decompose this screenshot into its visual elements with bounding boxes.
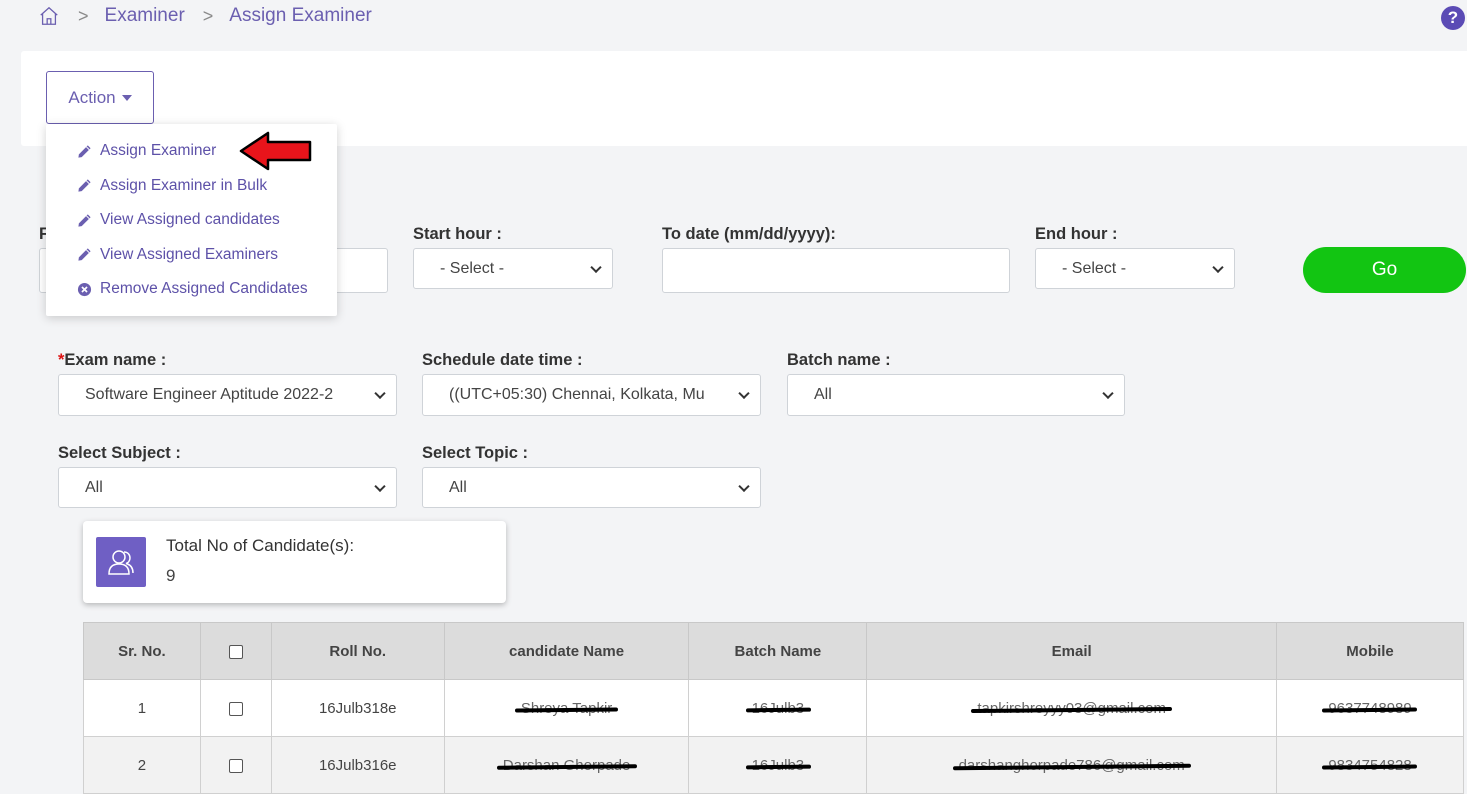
redacted-batch: 16Julb3 [751,756,805,774]
chevron-right-icon: > [78,5,89,26]
start-hour-select[interactable]: - Select - [413,248,613,289]
cell-candidate-name: Shreya Tapkir [443,679,690,737]
total-candidates-value: 9 [166,566,176,585]
batch-name-select[interactable]: All [787,374,1125,416]
menu-item-label: Assign Examiner [100,142,217,160]
total-candidates-card: Total No of Candidate(s): 9 [83,521,506,603]
cell-candidate-name: Darshan Ghorpade [443,736,690,794]
topic-value: All [449,478,467,496]
cell-mobile: 9834754828 [1276,736,1464,794]
menu-item-assign-examiner-bulk[interactable]: Assign Examiner in Bulk [46,169,337,204]
breadcrumb-examiner[interactable]: Examiner [105,5,185,27]
menu-item-view-assigned-examiners[interactable]: View Assigned Examiners [46,238,337,273]
redacted-mobile: 9637748989 [1328,699,1412,717]
header-mobile: Mobile [1276,622,1464,680]
chevron-down-icon [1102,387,1114,400]
action-button[interactable]: Action [46,71,154,124]
pencil-icon [76,212,92,228]
subject-label: Select Subject : [58,444,181,462]
total-candidates-label: Total No of Candidate(s): [166,536,355,555]
pencil-icon [76,247,92,263]
cell-mobile: 9637748989 [1276,679,1464,737]
topic-select[interactable]: All [422,467,761,508]
pencil-icon [76,143,92,159]
menu-item-label: View Assigned Examiners [100,245,279,263]
candidates-table: Sr. No. Roll No. candidate Name Batch Na… [83,622,1464,794]
chevron-down-icon [374,387,386,400]
exam-name-label-text: Exam name : [64,351,167,369]
start-hour-value: - Select - [440,259,505,277]
redacted-batch: 16Julb3 [751,699,805,717]
cell-batch-name: 16Julb3 [688,736,868,794]
redacted-email: darshanghorpade786@gmail.com [958,756,1185,774]
redacted-email: tapkirshreyyy03@gmail.com [977,699,1166,717]
chevron-right-icon: > [202,5,214,26]
row-checkbox[interactable] [228,701,243,716]
x-circle-icon [76,281,92,297]
end-hour-select[interactable]: - Select - [1035,248,1235,289]
menu-item-remove-assigned-candidates[interactable]: Remove Assigned Candidates [46,272,337,307]
go-button[interactable]: Go [1303,247,1466,293]
cell-batch-name: 16Julb3 [688,679,868,737]
table-row: 2 16Julb316e Darshan Ghorpade 16Julb3 da… [83,736,1464,794]
end-hour-label: End hour : [1035,225,1118,243]
cell-roll-no: 16Julb318e [270,679,445,737]
redacted-name: Darshan Ghorpade [502,756,631,774]
table-row: 1 16Julb318e Shreya Tapkir 16Julb3 tapki… [83,679,1464,737]
home-icon[interactable] [38,5,60,27]
cell-roll-no: 16Julb316e [270,736,445,794]
arrow-left-icon [239,131,312,171]
schedule-label: Schedule date time : [422,351,583,369]
redacted-name: Shreya Tapkir [520,699,613,717]
header-batch-name: Batch Name [688,622,868,680]
end-hour-value: - Select - [1062,259,1127,277]
batch-name-value: All [814,386,832,403]
header-roll-no: Roll No. [270,622,445,680]
schedule-value: ((UTC+05:30) Chennai, Kolkata, Mu [449,386,705,403]
subject-select[interactable]: All [58,467,397,508]
cell-checkbox [199,679,272,737]
pencil-icon [76,178,92,194]
menu-item-label: View Assigned candidates [100,211,280,229]
chevron-down-icon [1212,261,1224,273]
breadcrumb: > Examiner > Assign Examiner [38,3,372,29]
topic-label: Select Topic : [422,444,529,462]
cell-checkbox [199,736,272,794]
chevron-down-icon [590,261,602,273]
exam-name-label: *Exam name : [58,351,166,370]
breadcrumb-assign-examiner[interactable]: Assign Examiner [229,5,372,27]
header-select-all [199,622,272,680]
row-checkbox[interactable] [228,758,243,773]
to-date-label: To date (mm/dd/yyyy): [662,225,836,243]
redacted-mobile: 9834754828 [1328,756,1412,774]
action-button-label: Action [68,87,116,107]
user-icon [96,537,146,587]
cell-email: tapkirshreyyy03@gmail.com [866,679,1278,737]
exam-name-select[interactable]: Software Engineer Aptitude 2022-2 [58,374,397,416]
to-date-input[interactable] [662,248,1010,293]
header-email: Email [866,622,1278,680]
schedule-select[interactable]: ((UTC+05:30) Chennai, Kolkata, Mu [422,374,761,416]
batch-name-label: Batch name : [787,351,891,369]
menu-item-label: Remove Assigned Candidates [100,280,308,298]
chevron-down-icon [738,387,750,400]
start-hour-label: Start hour : [413,225,502,243]
table-header-row: Sr. No. Roll No. candidate Name Batch Na… [83,622,1464,680]
select-all-checkbox[interactable] [228,644,243,659]
menu-item-label: Assign Examiner in Bulk [100,176,268,194]
cell-sr-no: 1 [83,679,201,737]
caret-down-icon [121,95,132,101]
subject-value: All [85,478,103,496]
cell-sr-no: 2 [83,736,201,794]
help-icon[interactable]: ? [1441,6,1465,30]
header-candidate-name: candidate Name [443,622,690,680]
exam-name-value: Software Engineer Aptitude 2022-2 [85,386,334,403]
header-sr-no: Sr. No. [83,622,201,680]
chevron-down-icon [738,480,750,492]
cell-email: darshanghorpade786@gmail.com [866,736,1278,794]
chevron-down-icon [374,480,386,492]
menu-item-view-assigned-candidates[interactable]: View Assigned candidates [46,203,337,238]
